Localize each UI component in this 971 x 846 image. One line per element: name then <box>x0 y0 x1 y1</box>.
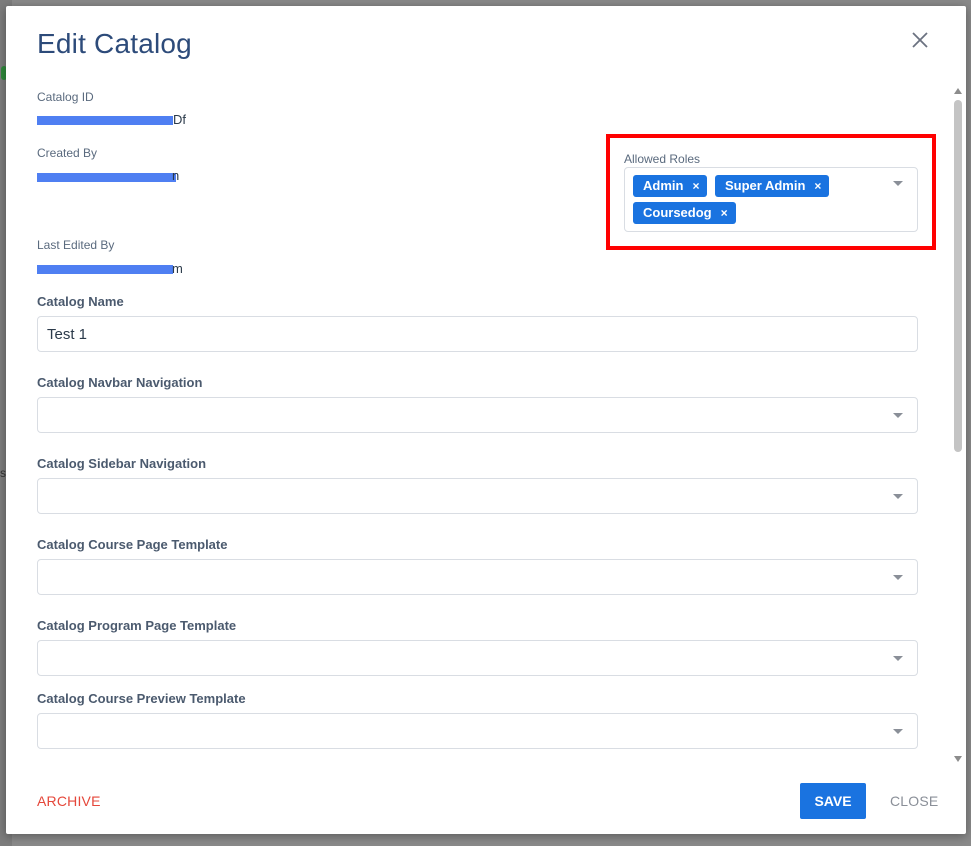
role-chip-admin: Admin × <box>633 175 708 197</box>
redacted-catalog-id <box>37 116 173 125</box>
navbar-navigation-select[interactable] <box>37 397 918 433</box>
navbar-navigation-label: Catalog Navbar Navigation <box>37 375 203 390</box>
chevron-down-icon <box>893 494 903 499</box>
program-page-template-label: Catalog Program Page Template <box>37 618 237 633</box>
course-page-template-label: Catalog Course Page Template <box>37 537 228 552</box>
save-button[interactable]: SAVE <box>800 783 866 819</box>
program-page-template-select[interactable] <box>37 640 918 676</box>
role-chip-super-admin: Super Admin × <box>715 175 830 197</box>
course-preview-template-label: Catalog Course Preview Template <box>37 691 246 706</box>
remove-role-icon[interactable]: × <box>692 175 699 197</box>
catalog-name-input[interactable] <box>37 316 918 352</box>
archive-button[interactable]: ARCHIVE <box>37 793 101 809</box>
close-icon[interactable] <box>908 28 932 52</box>
sidebar-navigation-select[interactable] <box>37 478 918 514</box>
edit-catalog-dialog: Edit Catalog Catalog ID Df Created By n … <box>6 6 966 834</box>
dialog-title: Edit Catalog <box>37 28 192 59</box>
scrollbar-thumb[interactable] <box>954 100 962 452</box>
catalog-id-label: Catalog ID <box>37 90 94 104</box>
last-edited-by-value: m <box>172 261 183 276</box>
remove-role-icon[interactable]: × <box>721 202 728 224</box>
chevron-down-icon <box>893 575 903 580</box>
role-chip-label: Super Admin <box>725 178 806 193</box>
allowed-roles-label: Allowed Roles <box>624 152 701 166</box>
scroll-up-arrow[interactable] <box>954 88 962 94</box>
redacted-created-by <box>37 173 176 182</box>
last-edited-by-label: Last Edited By <box>37 238 115 252</box>
role-chip-label: Admin <box>643 178 684 193</box>
created-by-value: n <box>172 168 180 183</box>
course-preview-template-select[interactable] <box>37 713 918 749</box>
allowed-roles-select[interactable]: Admin × Super Admin × Coursedog × <box>624 167 918 232</box>
catalog-id-value: Df <box>173 112 186 127</box>
chevron-down-icon <box>893 656 903 661</box>
role-chip-label: Coursedog <box>643 205 712 220</box>
role-chip-coursedog: Coursedog × <box>633 202 736 224</box>
chevron-down-icon <box>893 413 903 418</box>
remove-role-icon[interactable]: × <box>814 175 821 197</box>
chevron-down-icon[interactable] <box>893 181 903 186</box>
sidebar-navigation-label: Catalog Sidebar Navigation <box>37 456 207 471</box>
close-button[interactable]: CLOSE <box>890 793 938 809</box>
catalog-name-label: Catalog Name <box>37 294 124 309</box>
chevron-down-icon <box>893 729 903 734</box>
created-by-label: Created By <box>37 146 98 160</box>
course-page-template-select[interactable] <box>37 559 918 595</box>
scroll-down-arrow[interactable] <box>954 756 962 762</box>
redacted-last-edited-by <box>37 265 173 274</box>
